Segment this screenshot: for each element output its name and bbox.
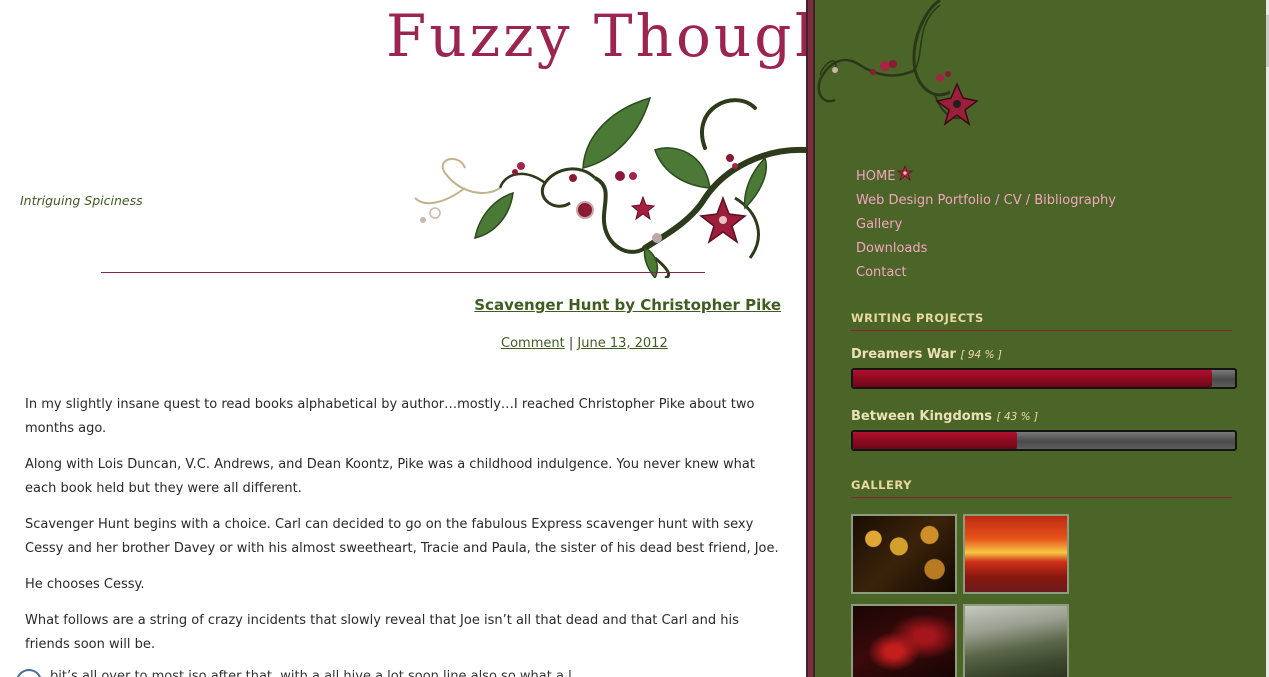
gallery-thumbnail-golden-orbs[interactable] bbox=[851, 514, 957, 594]
post-meta: Comment | June 13, 2012 bbox=[501, 336, 668, 351]
meta-separator: | bbox=[568, 336, 574, 351]
avatar bbox=[16, 669, 42, 677]
gallery-divider bbox=[851, 497, 1232, 498]
post-partial-text: bit’s all over to most iso after that, w… bbox=[50, 669, 572, 677]
gallery-thumbnail-misty-forest[interactable] bbox=[963, 604, 1069, 677]
gallery-heading: GALLERY bbox=[851, 478, 912, 492]
floral-vine-illustration bbox=[414, 96, 806, 278]
post-body: In my slightly insane quest to read book… bbox=[25, 393, 785, 669]
sidebar-floral-vine bbox=[817, 0, 979, 126]
flower-icon bbox=[897, 164, 914, 187]
nav-item-gallery: Gallery bbox=[856, 212, 1116, 236]
project-label-dreamers-war: Dreamers War [ 94 % ] bbox=[851, 347, 1002, 362]
progress-fill bbox=[853, 432, 1018, 449]
nav-item-portfolio: Web Design Portfolio / CV / Bibliography bbox=[856, 188, 1116, 212]
post-paragraph: He chooses Cessy. bbox=[25, 577, 145, 592]
main-navigation: HOME Web Design Portfolio / CV / Bibliog… bbox=[856, 164, 1116, 284]
nav-item-home: HOME bbox=[856, 164, 1116, 188]
header-divider bbox=[101, 272, 705, 273]
project-label-between-kingdoms: Between Kingdoms [ 43 % ] bbox=[851, 409, 1038, 424]
post-date-link[interactable]: June 13, 2012 bbox=[577, 336, 667, 351]
nav-item-contact: Contact bbox=[856, 260, 1116, 284]
writing-projects-divider bbox=[851, 330, 1232, 331]
post-paragraph: What follows are a string of crazy incid… bbox=[25, 613, 739, 652]
main-content: Fuzzy Thoughts bbox=[0, 0, 806, 677]
post-paragraph: In my slightly insane quest to read book… bbox=[25, 397, 755, 436]
progress-fill bbox=[853, 370, 1213, 387]
nav-link-downloads[interactable]: Downloads bbox=[856, 241, 927, 256]
site-title[interactable]: Fuzzy Thoughts bbox=[386, 2, 806, 70]
gallery-thumbnail-fiery-sunset[interactable] bbox=[963, 514, 1069, 594]
post-next-line-partial: bit’s all over to most iso after that, w… bbox=[16, 669, 616, 677]
progress-bar-dreamers-war bbox=[851, 368, 1237, 389]
project-name: Dreamers War bbox=[851, 347, 956, 362]
site-tagline: Intriguing Spiciness bbox=[20, 193, 143, 208]
post-paragraph: Scavenger Hunt begins with a choice. Car… bbox=[25, 517, 779, 556]
gallery-thumbnail-red-abstract[interactable] bbox=[851, 604, 957, 677]
nav-link-portfolio[interactable]: Web Design Portfolio / CV / Bibliography bbox=[856, 193, 1116, 208]
nav-link-home[interactable]: HOME bbox=[856, 169, 895, 184]
sidebar: HOME Web Design Portfolio / CV / Bibliog… bbox=[815, 0, 1266, 677]
post-title-link[interactable]: Scavenger Hunt by Christopher Pike bbox=[474, 296, 781, 314]
nav-link-gallery[interactable]: Gallery bbox=[856, 217, 902, 232]
post-paragraph: Along with Lois Duncan, V.C. Andrews, an… bbox=[25, 457, 755, 496]
nav-link-contact[interactable]: Contact bbox=[856, 265, 907, 280]
comment-link[interactable]: Comment bbox=[501, 336, 565, 351]
nav-item-downloads: Downloads bbox=[856, 236, 1116, 260]
writing-projects-heading: WRITING PROJECTS bbox=[851, 311, 984, 325]
project-percent: [ 43 % ] bbox=[996, 411, 1039, 423]
progress-bar-between-kingdoms bbox=[851, 430, 1237, 451]
project-percent: [ 94 % ] bbox=[960, 349, 1002, 361]
project-name: Between Kingdoms bbox=[851, 409, 992, 424]
column-divider bbox=[806, 0, 815, 677]
